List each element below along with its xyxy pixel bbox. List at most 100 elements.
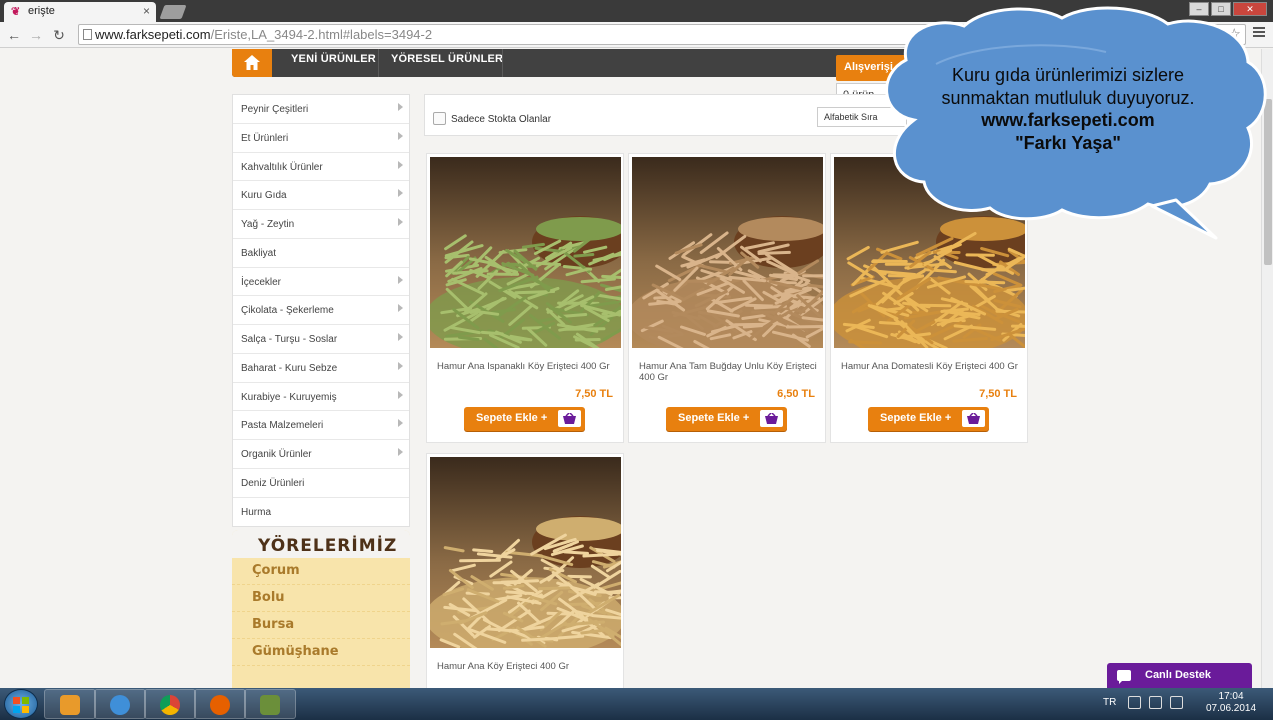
regions-panel: YÖRELERİMİZ Çorum Bolu Bursa Gümüşhane	[232, 530, 410, 688]
add-to-cart-button[interactable]: Sepete Ekle +	[666, 407, 787, 431]
language-indicator[interactable]: TR	[1103, 697, 1116, 708]
nav-divider	[502, 49, 503, 77]
category-label: Pasta Malzemeleri	[241, 420, 324, 432]
category-label: Bakliyat	[241, 247, 277, 259]
chevron-right-icon	[398, 333, 403, 341]
category-label: Hurma	[241, 506, 272, 518]
tab-close-icon[interactable]: ×	[143, 4, 150, 18]
product-image[interactable]	[632, 157, 823, 348]
basket-icon	[558, 410, 581, 427]
category-item[interactable]: Çikolata - Şekerleme	[233, 296, 409, 325]
page-icon	[83, 29, 92, 40]
category-item[interactable]: Kurabiye - Kuruyemiş	[233, 383, 409, 412]
regions-header: YÖRELERİMİZ	[232, 530, 410, 558]
url-host: www.farksepeti.com	[95, 27, 211, 42]
category-label: Çikolata - Şekerleme	[241, 305, 334, 317]
back-arrow-icon[interactable]: ←	[4, 25, 24, 45]
add-to-cart-button[interactable]: Sepete Ekle +	[464, 407, 585, 431]
add-to-cart-button[interactable]: Sepete Ekle +	[868, 407, 989, 431]
category-item[interactable]: Kuru Gıda	[233, 181, 409, 210]
new-tab-button[interactable]	[159, 5, 187, 19]
nav-divider	[378, 49, 379, 77]
category-label: İçecekler	[241, 276, 282, 288]
category-label: Kuru Gıda	[241, 190, 287, 202]
category-item[interactable]: Deniz Ürünleri	[233, 469, 409, 498]
stock-only-checkbox[interactable]	[433, 112, 446, 125]
chat-icon	[1117, 670, 1131, 684]
reload-icon[interactable]: ↻	[49, 25, 69, 45]
chevron-right-icon	[398, 390, 403, 399]
category-item[interactable]: Et Ürünleri	[233, 124, 409, 153]
product-price: 7,50 TL	[575, 388, 613, 400]
product-name[interactable]: Hamur Ana Tam Buğday Unlu Köy Erişteci 4…	[639, 361, 817, 383]
nav-regional-products[interactable]: YÖRESEL ÜRÜNLER	[391, 53, 503, 65]
clock-time: 17:04	[1218, 691, 1244, 702]
live-support-button[interactable]: Canlı Destek	[1107, 663, 1252, 688]
category-item[interactable]: Organik Ürünler	[233, 440, 409, 469]
chevron-right-icon	[398, 448, 403, 456]
category-item[interactable]: Baharat - Kuru Sebze	[233, 354, 409, 383]
windows-logo-icon	[13, 697, 29, 713]
bubble-line-2: sunmaktan mutluluk duyuyoruz.	[941, 87, 1195, 108]
stock-only-label: Sadece Stokta Olanlar	[451, 114, 552, 125]
nav-new-products[interactable]: YENİ ÜRÜNLER	[291, 53, 376, 65]
category-label: Yağ - Zeytin	[241, 219, 295, 230]
product-price: 7,50 TL	[979, 388, 1017, 400]
chevron-right-icon	[398, 160, 403, 169]
region-item[interactable]: Bolu	[232, 585, 410, 612]
category-label: Baharat - Kuru Sebze	[241, 362, 338, 374]
category-item[interactable]: Pasta Malzemeleri	[233, 411, 409, 440]
volume-icon[interactable]	[1170, 696, 1183, 709]
region-item[interactable]: Bursa	[232, 612, 410, 639]
outlook-task-icon[interactable]	[44, 689, 96, 719]
product-image[interactable]	[430, 157, 621, 348]
product-name[interactable]: Hamur Ana Ispanaklı Köy Erişteci 400 Gr	[437, 361, 615, 372]
product-name[interactable]: Hamur Ana Domatesli Köy Erişteci 400 Gr	[841, 361, 1019, 372]
add-to-cart-label: Sepete Ekle +	[476, 412, 548, 424]
bubble-line-3: www.farksepeti.com	[981, 110, 1155, 130]
chevron-right-icon	[398, 361, 403, 370]
region-item[interactable]: Çorum	[232, 558, 410, 585]
category-label: Et Ürünleri	[241, 132, 289, 144]
chevron-right-icon	[398, 189, 403, 198]
bubble-line-1: Kuru gıda ürünlerimizi sizlere	[951, 65, 1185, 85]
category-item[interactable]: Kahvaltılık Ürünler	[233, 153, 409, 182]
product-card[interactable]: Hamur Ana Tam Buğday Unlu Köy Erişteci 4…	[628, 153, 826, 443]
category-item[interactable]: Bakliyat	[233, 239, 409, 268]
system-tray	[1128, 696, 1183, 709]
taskbar-clock[interactable]: 17:04 07.06.2014	[1206, 691, 1256, 715]
category-item[interactable]: Peynir Çeşitleri	[233, 95, 409, 124]
tab-title: erişte	[28, 5, 55, 17]
firefox-task-icon[interactable]	[194, 689, 246, 719]
add-to-cart-label: Sepete Ekle +	[678, 412, 750, 424]
product-card[interactable]: Hamur Ana Köy Erişteci 400 Gr	[426, 453, 624, 688]
start-button[interactable]	[4, 689, 38, 719]
network-icon[interactable]	[1149, 696, 1162, 709]
category-item[interactable]: İçecekler	[233, 268, 409, 297]
category-label: Kahvaltılık Ürünler	[241, 161, 323, 173]
category-label: Organik Ürünler	[241, 449, 312, 460]
regions-title: YÖRELERİMİZ	[258, 536, 398, 556]
home-icon	[244, 55, 260, 70]
category-item[interactable]: Yağ - Zeytin	[233, 210, 409, 239]
chevron-right-icon	[398, 218, 403, 226]
browser-tab[interactable]: ❦ erişte ×	[4, 2, 156, 22]
recorder-task-icon[interactable]	[244, 689, 296, 719]
chrome-task-icon[interactable]	[144, 689, 196, 719]
product-name[interactable]: Hamur Ana Köy Erişteci 400 Gr	[437, 661, 615, 672]
clock-date: 07.06.2014	[1206, 703, 1257, 714]
category-item[interactable]: Salça - Turşu - Soslar	[233, 325, 409, 354]
forward-arrow-icon[interactable]: →	[26, 25, 46, 45]
product-image[interactable]	[430, 457, 621, 648]
product-price: 6,50 TL	[777, 388, 815, 400]
basket-icon	[962, 410, 985, 427]
category-item[interactable]: Hurma	[233, 498, 409, 527]
region-item[interactable]: Gümüşhane	[232, 639, 410, 666]
home-button[interactable]	[232, 49, 272, 77]
basket-icon	[760, 410, 783, 427]
internet-explorer-task-icon[interactable]	[94, 689, 146, 719]
product-card[interactable]: Hamur Ana Ispanaklı Köy Erişteci 400 Gr 7…	[426, 153, 624, 443]
add-to-cart-label: Sepete Ekle +	[880, 412, 952, 424]
live-support-label: Canlı Destek	[1145, 669, 1212, 681]
flag-icon[interactable]	[1128, 696, 1141, 709]
